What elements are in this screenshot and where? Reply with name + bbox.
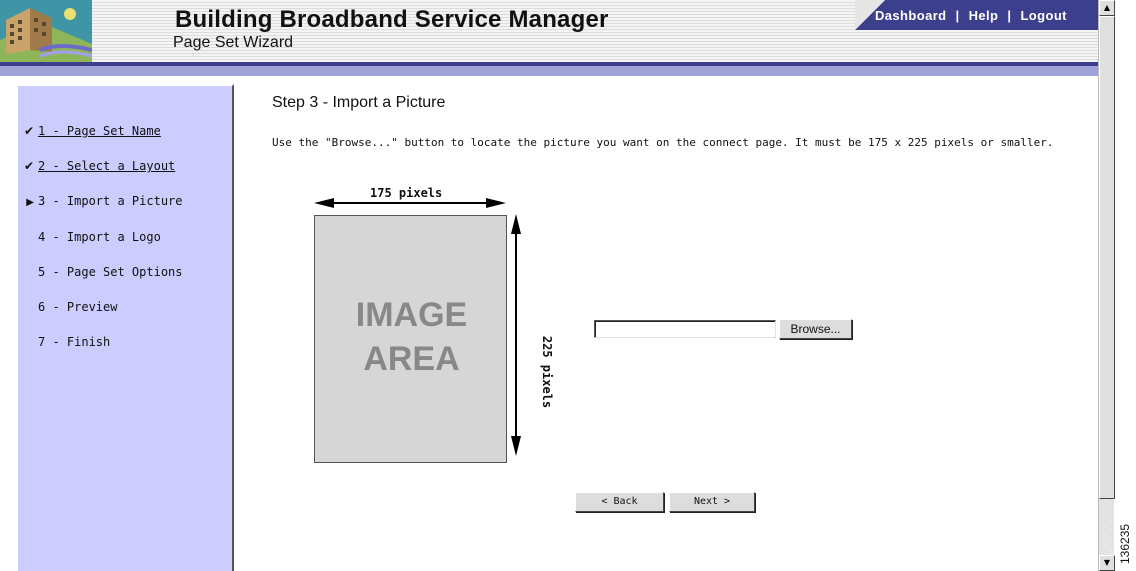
wizard-step-5: 5 - Page Set Options [18,265,183,283]
image-area-line2: AREA [363,340,460,378]
nav-link-help[interactable]: Help [969,8,999,23]
header-lightbar [0,66,1098,76]
wizard-step-3-label: 3 - Import a Picture [38,194,183,208]
wizard-step-4: 4 - Import a Logo [18,230,161,248]
figure-id-label: 136235 [1118,523,1132,564]
browse-button[interactable]: Browse... [779,319,852,339]
height-label: 225 pixels [540,335,555,409]
wizard-step-2[interactable]: ✔ 2 - Select a Layout [18,159,175,177]
wizard-steps-sidebar: ✔ 1 - Page Set Name ✔ 2 - Select a Layout … [16,84,234,571]
image-size-diagram: 175 pixels IMAGE AREA 225 pixels [300,180,554,470]
next-button[interactable]: Next > [669,492,755,512]
wizard-step-1[interactable]: ✔ 1 - Page Set Name [18,124,161,142]
nav-separator: | [955,8,960,23]
wizard-step-7: 7 - Finish [18,335,110,353]
wizard-step-3: ▶ 3 - Import a Picture [18,194,183,212]
app-header: Building Broadband Service Manager Page … [0,0,1098,76]
vertical-scrollbar[interactable]: ▲ ▼ [1098,0,1115,571]
back-button[interactable]: < Back [575,492,664,512]
scroll-up-arrow-icon[interactable]: ▲ [1099,0,1115,16]
nav-link-logout[interactable]: Logout [1020,8,1066,23]
instructions-text: Use the "Browse..." button to locate the… [272,136,1054,149]
wizard-step-1-link[interactable]: 1 - Page Set Name [38,124,161,138]
app-title: Building Broadband Service Manager [175,6,609,33]
page-title: Step 3 - Import a Picture [272,94,446,111]
nav-link-dashboard[interactable]: Dashboard [875,8,947,23]
image-area-line1: IMAGE [355,296,468,334]
wizard-step-5-label: 5 - Page Set Options [38,265,183,279]
image-area-placeholder: IMAGE AREA [314,215,507,463]
picture-file-input[interactable] [594,320,776,338]
width-label: 175 pixels [370,186,443,200]
check-icon: ✔ [23,159,34,173]
nav-separator: | [1007,8,1012,23]
wizard-step-6-label: 6 - Preview [38,300,118,314]
wizard-step-4-label: 4 - Import a Logo [38,230,161,244]
wizard-step-7-label: 7 - Finish [38,335,111,349]
header-nav: Dashboard | Help | Logout [875,8,1067,23]
check-icon: ✔ [23,124,34,138]
app-subtitle: Page Set Wizard [173,34,294,51]
scrollbar-thumb[interactable] [1099,16,1115,499]
wizard-step-2-link[interactable]: 2 - Select a Layout [38,159,175,173]
wizard-step-6: 6 - Preview [18,300,117,318]
current-step-arrow-icon: ▶ [26,197,34,208]
scroll-down-arrow-icon[interactable]: ▼ [1099,555,1115,571]
building-logo [0,0,92,64]
